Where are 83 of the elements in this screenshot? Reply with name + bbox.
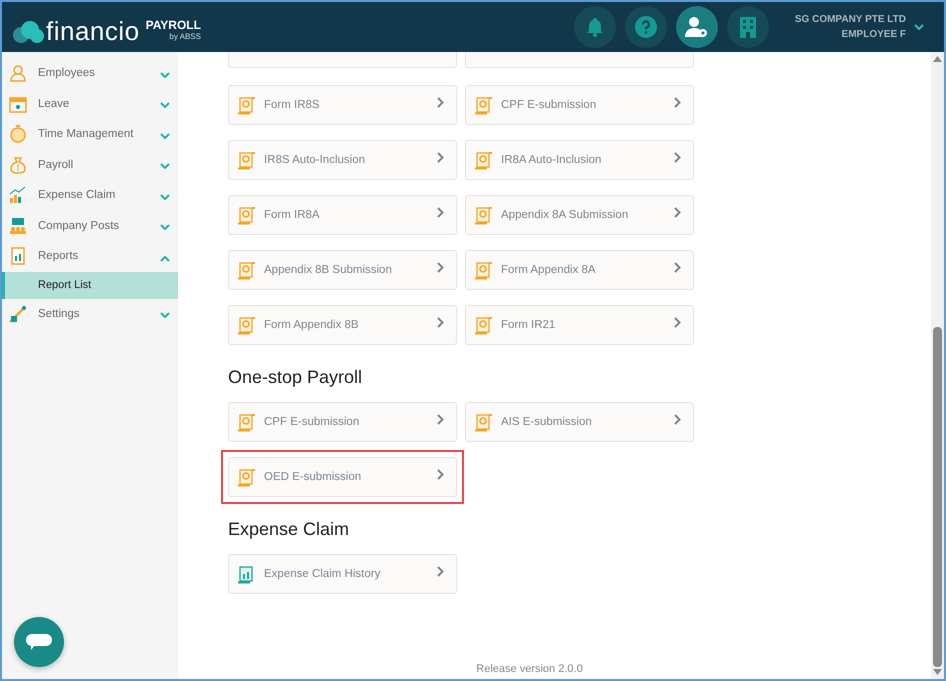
- report-card[interactable]: Appendix 8A Submission: [465, 195, 694, 235]
- people-icon: [9, 216, 27, 235]
- report-card[interactable]: IR8S Auto-Inclusion: [228, 140, 457, 180]
- certificate-icon: [237, 97, 255, 115]
- chevron-down-icon[interactable]: [914, 24, 924, 30]
- certificate-icon: [474, 152, 492, 170]
- sidebar-item[interactable]: Time Management: [2, 119, 178, 150]
- sidebar-subitem[interactable]: Report List: [2, 272, 178, 298]
- certificate-icon: [237, 152, 255, 170]
- scroll-up-icon[interactable]: [933, 56, 942, 62]
- certificate-icon: [237, 262, 255, 280]
- certificate-icon: [474, 97, 492, 115]
- sidebar-item[interactable]: Expense Claim: [2, 180, 178, 210]
- report-icon: [9, 247, 27, 266]
- chevron-right-icon: [674, 96, 681, 108]
- release-version: Release version 2.0.0: [475, 663, 584, 675]
- growth-icon: [9, 186, 27, 204]
- user-settings-button[interactable]: [676, 6, 718, 48]
- sidebar-item[interactable]: Payroll: [2, 150, 178, 180]
- company-name: SG COMPANY PTE LTD: [794, 14, 906, 25]
- tools-icon: [9, 304, 27, 323]
- report-card[interactable]: Expense Claim History: [228, 554, 457, 594]
- sidebar-item[interactable]: Leave: [2, 88, 178, 119]
- chevron-right-icon: [437, 414, 444, 424]
- chevron-right-icon: [437, 206, 444, 218]
- report-card[interactable]: CPF E-submission: [465, 85, 694, 125]
- chevron-right-icon: [674, 152, 681, 162]
- report-card[interactable]: IR8A Auto-Inclusion: [465, 140, 694, 180]
- chevron-right-icon: [437, 96, 444, 108]
- chat-bubble-icon: [25, 632, 53, 652]
- user-name: EMPLOYEE F: [842, 29, 906, 40]
- certificate-icon: [237, 414, 255, 432]
- scroll-down-icon[interactable]: [933, 669, 942, 675]
- report-card[interactable]: OED E-submission: [228, 457, 457, 497]
- chevron-right-icon: [674, 316, 681, 328]
- chat-button[interactable]: [14, 617, 64, 667]
- sidebar-item[interactable]: Employees: [2, 58, 178, 88]
- scrollbar-thumb[interactable]: [933, 327, 942, 667]
- report-card[interactable]: Form IR8S: [228, 85, 457, 125]
- moneybag-icon: [9, 156, 27, 174]
- scrollbar[interactable]: [931, 52, 944, 679]
- section-heading: One-stop Payroll: [228, 367, 364, 388]
- bell-icon: [586, 17, 604, 37]
- calendar-icon: [9, 94, 27, 113]
- building-icon: [739, 16, 757, 38]
- certificate-icon: [474, 317, 492, 335]
- report-card[interactable]: Appendix 8B Submission: [228, 250, 457, 290]
- notification-button[interactable]: [574, 6, 616, 48]
- help-icon: [635, 16, 657, 38]
- product-byline: by ABSS: [169, 32, 201, 40]
- report-card[interactable]: Form Appendix 8A: [465, 250, 694, 290]
- chevron-right-icon: [437, 468, 444, 480]
- product-name: PAYROLL: [146, 18, 201, 32]
- report-card[interactable]: Form IR21: [465, 305, 694, 345]
- sidebar-item[interactable]: Reports: [2, 241, 178, 272]
- certificate-icon: [474, 414, 492, 432]
- section-heading: Expense Claim: [228, 519, 350, 540]
- user-gear-icon: [685, 16, 709, 38]
- help-button[interactable]: [625, 6, 667, 48]
- chevron-right-icon: [674, 262, 681, 272]
- certificate-icon: [474, 262, 492, 280]
- certificate-icon: [237, 469, 255, 487]
- stopwatch-icon: [9, 125, 27, 144]
- certificate-icon: [237, 317, 255, 335]
- person-icon: [9, 64, 27, 82]
- report-card[interactable]: AIS E-submission: [465, 402, 694, 442]
- chevron-right-icon: [674, 206, 681, 218]
- cloud-logo-icon: [12, 20, 44, 44]
- report-card[interactable]: Form IR8A: [228, 195, 457, 235]
- chevron-right-icon: [437, 262, 444, 272]
- chevron-right-icon: [437, 566, 444, 576]
- logo-wordmark: financio: [46, 16, 140, 46]
- report-card[interactable]: Form Appendix 8B: [228, 305, 457, 345]
- chevron-right-icon: [674, 414, 681, 424]
- certificate-icon: [474, 207, 492, 225]
- sidebar-item[interactable]: Company Posts: [2, 210, 178, 241]
- chart-document-icon: [237, 566, 255, 584]
- certificate-icon: [237, 207, 255, 225]
- company-button[interactable]: [727, 6, 769, 48]
- chevron-right-icon: [437, 316, 444, 328]
- sidebar-item[interactable]: Settings: [2, 298, 178, 329]
- report-card[interactable]: CPF E-submission: [228, 402, 457, 442]
- chevron-right-icon: [437, 152, 444, 162]
